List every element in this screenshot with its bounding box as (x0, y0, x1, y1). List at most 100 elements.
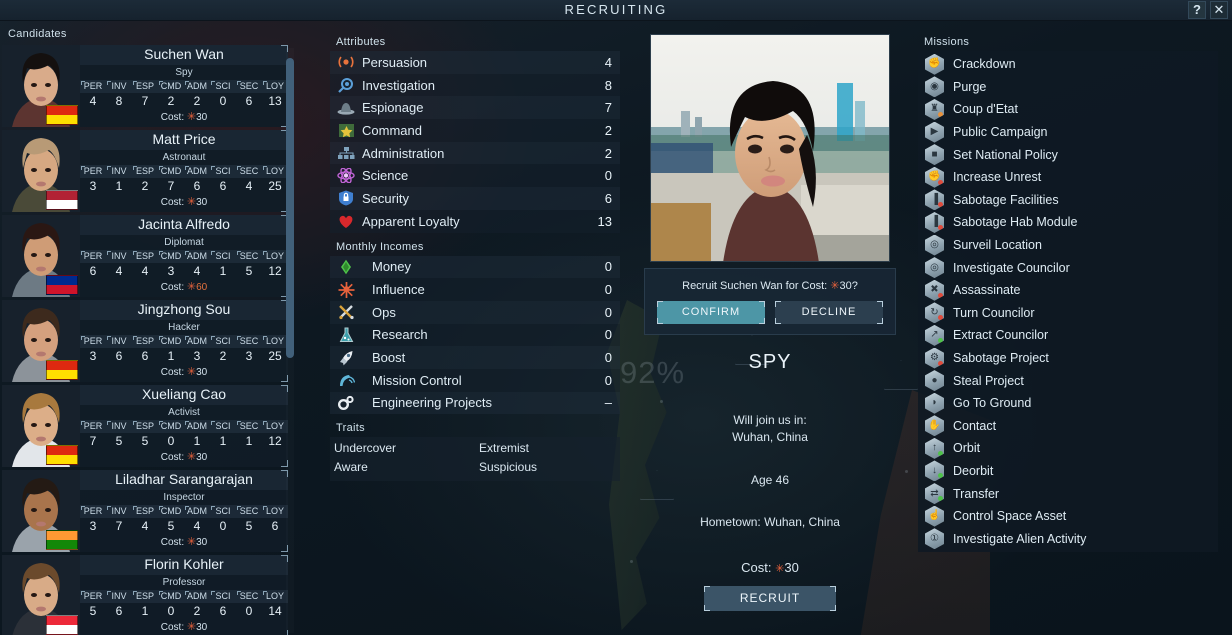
stat-header: INV (106, 165, 132, 178)
attributes-label: Attributes (336, 36, 386, 48)
confirm-prompt-cost: 30? (839, 280, 858, 292)
mission-row[interactable]: ▐ Sabotage Hab Module (918, 211, 1218, 234)
attribute-value: 2 (604, 145, 612, 161)
trait-row: Undercover Extremist (330, 439, 620, 458)
stat-value: 4 (193, 519, 201, 533)
stat-header: SCI (210, 165, 236, 178)
stat-header: ESP (132, 165, 158, 178)
confirm-button[interactable]: CONFIRM (657, 301, 765, 324)
mission-row[interactable]: ◎ Surveil Location (918, 234, 1218, 257)
mission-row[interactable]: ● Steal Project (918, 369, 1218, 392)
stat-header: ADM (184, 505, 210, 518)
stat-value: 1 (219, 434, 227, 448)
mission-row[interactable]: ◎ Investigate Councilor (918, 256, 1218, 279)
stat-value: 5 (167, 519, 175, 533)
mission-row[interactable]: ▶ Public Campaign (918, 121, 1218, 144)
income-row: Ops 0 (330, 300, 620, 324)
stat-value: 13 (268, 94, 282, 108)
candidate-role: Hacker (168, 322, 200, 333)
stat-value: 6 (89, 264, 97, 278)
candidate-card[interactable]: Liladhar Sarangarajan Inspector PER INV ES… (2, 470, 288, 552)
stat-value: 0 (167, 434, 175, 448)
stat-header: CMD (158, 335, 184, 348)
income-name: Influence (372, 282, 425, 298)
stat-header: ADM (184, 250, 210, 263)
missions-panel: Missions ✊ Crackdown ◉ Purge ♜ Coup d'Etat… (918, 36, 1218, 553)
stat-value: 7 (167, 179, 175, 193)
stat-value: 6 (219, 179, 227, 193)
income-name: Mission Control (372, 372, 462, 388)
extract-hex-icon: ↗ (925, 324, 944, 346)
income-value: 0 (604, 304, 612, 320)
candidate-card[interactable]: Matt Price Astronaut PER INV ESP CMD ADM SCI S… (2, 130, 288, 212)
mission-row[interactable]: ✊ Increase Unrest (918, 166, 1218, 189)
candidate-card[interactable]: Suchen Wan Spy PER INV ESP CMD ADM SCI SEC LOY … (2, 45, 288, 127)
mission-row[interactable]: ▐ Sabotage Facilities (918, 189, 1218, 212)
mission-row[interactable]: ◗ Go To Ground (918, 392, 1218, 415)
candidate-card[interactable]: Jacinta Alfredo Diplomat PER INV ESP CMD ADM… (2, 215, 288, 297)
candidate-card[interactable]: Florin Kohler Professor PER INV ESP CMD ADM S… (2, 555, 288, 635)
orbit-hex-icon: ↑ (925, 437, 944, 459)
magnifier-icon (336, 77, 356, 94)
mission-row[interactable]: ⚙ Sabotage Project (918, 347, 1218, 370)
traits-label: Traits (336, 422, 365, 435)
candidates-scrollbar[interactable] (286, 48, 294, 633)
missions-list[interactable]: ✊ Crackdown ◉ Purge ♜ Coup d'Etat ▶ Public … (918, 51, 1218, 553)
mission-row[interactable]: ■ Set National Policy (918, 143, 1218, 166)
mission-row[interactable]: ↻ Turn Councilor (918, 302, 1218, 325)
candidate-cost: Cost: ✳30 (160, 111, 208, 123)
stat-header: SEC (236, 165, 262, 178)
attribute-row: Apparent Loyalty 13 (330, 209, 620, 233)
stat-header: PER (80, 505, 106, 518)
mission-row[interactable]: ⇄ Transfer (918, 482, 1218, 505)
influence-star-icon (336, 281, 356, 298)
mission-name: Transfer (953, 486, 1000, 501)
stat-value: 6 (115, 604, 123, 618)
trait-name: Extremist (479, 441, 530, 456)
recruit-button[interactable]: RECRUIT (704, 586, 836, 611)
confirm-button-label: CONFIRM (681, 306, 741, 318)
stat-value: 5 (245, 519, 253, 533)
stat-value: 12 (268, 264, 282, 278)
candidate-card[interactable]: Xueliang Cao Activist PER INV ESP CMD ADM SCI… (2, 385, 288, 467)
mission-name: Extract Councilor (953, 328, 1049, 343)
candidate-name: Jacinta Alfredo (80, 215, 288, 235)
mission-row[interactable]: ↗ Extract Councilor (918, 324, 1218, 347)
mission-row[interactable]: ↓ Deorbit (918, 460, 1218, 483)
attribute-row: Investigation 8 (330, 73, 620, 97)
mission-name: Sabotage Project (953, 351, 1049, 366)
mission-row[interactable]: ◉ Purge (918, 76, 1218, 99)
mission-row[interactable]: ✊ Crackdown (918, 53, 1218, 76)
spy-hat-icon (336, 99, 356, 116)
stat-header: INV (106, 420, 132, 433)
trait-row: Aware Suspicious (330, 458, 620, 477)
candidates-list[interactable]: Suchen Wan Spy PER INV ESP CMD ADM SCI SEC LOY … (2, 45, 288, 635)
candidate-card[interactable]: Jingzhong Sou Hacker PER INV ESP CMD ADM SCI S… (2, 300, 288, 382)
mission-row[interactable]: ☝ Control Space Asset (918, 505, 1218, 528)
candidate-portrait-large (650, 34, 890, 262)
candidate-cost: Cost: ✳30 (160, 536, 208, 548)
mission-row[interactable]: ✋ Contact (918, 415, 1218, 438)
candidate-name: Jingzhong Sou (80, 300, 288, 320)
stat-value: 25 (268, 349, 282, 363)
mission-row[interactable]: ↑ Orbit (918, 437, 1218, 460)
mission-name: Control Space Asset (953, 509, 1067, 524)
attribute-value: 13 (597, 213, 612, 229)
attribute-value: 4 (604, 54, 612, 70)
mission-row[interactable]: ♜ Coup d'Etat (918, 98, 1218, 121)
mission-row[interactable]: ① Investigate Alien Activity (918, 527, 1218, 550)
decline-button[interactable]: DECLINE (775, 301, 883, 324)
close-button[interactable]: ✕ (1210, 1, 1228, 19)
candidate-role: Astronaut (162, 152, 206, 163)
unrest-hex-icon: ✊ (925, 166, 944, 188)
confirm-dialog: Recruit Suchen Wan for Cost: ✳30? CONFIR… (644, 268, 896, 335)
scrollbar-thumb[interactable] (286, 58, 294, 358)
mission-row[interactable]: ✖ Assassinate (918, 279, 1218, 302)
mission-name: Sabotage Facilities (953, 192, 1059, 207)
stat-header: SEC (236, 590, 262, 603)
stat-value: 6 (193, 179, 201, 193)
attribute-row: Espionage 7 (330, 96, 620, 120)
stat-value-row: 3 7 4 5 4 0 5 6 (80, 518, 288, 535)
megaphone-hex-icon: ▶ (925, 121, 944, 143)
help-button[interactable]: ? (1188, 1, 1206, 19)
